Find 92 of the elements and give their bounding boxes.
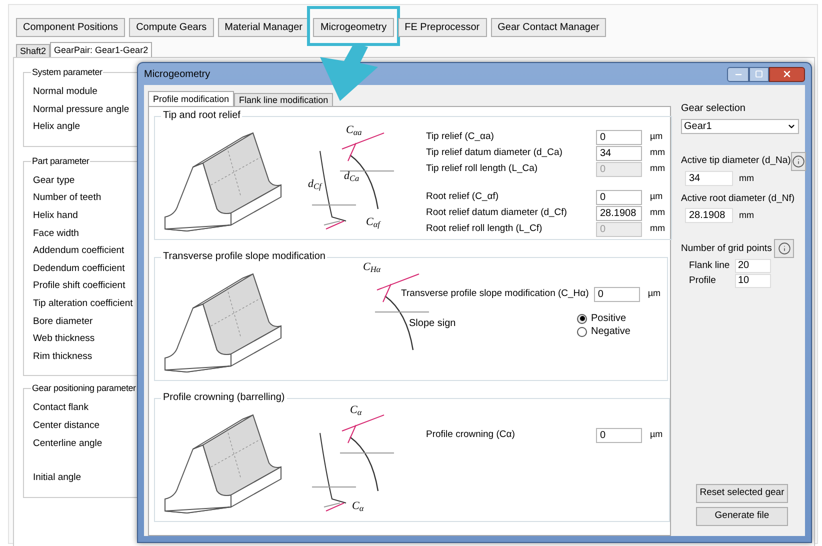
field-label: Number of grid points [681, 242, 772, 256]
info-button[interactable] [774, 239, 794, 258]
unit-label: mm [650, 222, 665, 236]
caret-icon [787, 122, 796, 131]
input-field[interactable]: 10 [735, 274, 771, 288]
tab[interactable]: Shaft2 [16, 44, 50, 57]
field-label: Profile [689, 274, 717, 288]
maximize-icon [755, 70, 763, 78]
tab-button[interactable]: Microgeometry [313, 18, 394, 37]
diagram-label: C$_{α}$ [350, 405, 362, 416]
group-title: System parameter [31, 68, 104, 77]
parameter-label: Web thickness [33, 332, 95, 346]
dialog-button[interactable]: Generate file [696, 507, 788, 526]
input-field[interactable]: 0 [596, 428, 642, 442]
field-label: Tip relief (C_αa) [426, 130, 495, 144]
parameter-label: Contact flank [33, 401, 88, 416]
unit-label: mm [650, 146, 665, 160]
input-field[interactable]: 20 [735, 258, 771, 273]
minimize-button[interactable] [727, 66, 749, 82]
group-title: Gear positioning parameter [31, 384, 137, 394]
radio-button[interactable] [577, 314, 587, 324]
input-field[interactable]: 0 [596, 130, 642, 144]
field-label: Active tip diameter (d_Na) [681, 154, 791, 168]
input-field[interactable]: 0 [596, 190, 642, 204]
tab-button[interactable]: Compute Gears [129, 18, 214, 37]
field-label: Root relief (C_αf) [426, 190, 500, 204]
field-label: Slope sign [408, 317, 457, 331]
diagram-label: C$_{Hα}$ [363, 262, 381, 273]
parameter-label: Gear type [33, 174, 75, 188]
input-field[interactable]: 28.1908 [596, 206, 642, 220]
parameter-label: Rim thickness [33, 350, 92, 364]
parameter-label: Profile shift coefficient [33, 279, 126, 294]
input-field[interactable]: 34 [685, 171, 733, 186]
field-label: Tip relief roll length (L_Ca) [426, 162, 539, 176]
tab[interactable]: Profile modification [148, 91, 234, 106]
group-title: Part parameter [31, 156, 90, 166]
radio-label: Negative [591, 325, 630, 339]
close-icon [782, 69, 792, 79]
tab-button[interactable]: Component Positions [16, 18, 126, 37]
input-field[interactable]: 34 [596, 146, 642, 160]
info-button[interactable] [790, 152, 806, 171]
unit-label: mm [739, 209, 754, 222]
window-title: Microgeometry [144, 68, 212, 82]
parameter-label: Helix angle [33, 120, 80, 134]
tab[interactable]: Flank line modification [234, 93, 334, 106]
parameter-label: Bore diameter [33, 314, 93, 329]
parameter-label: Dedendum coefficient [33, 262, 125, 276]
dialog-button[interactable]: Reset selected gear [696, 484, 788, 503]
parameter-label: Center distance [33, 418, 100, 433]
field-label: Gear selection [681, 102, 746, 116]
field-label: Root relief roll length (L_Cf) [426, 222, 544, 236]
unit-label: mm [650, 206, 665, 220]
unit-label: µm [650, 190, 663, 204]
group-title: Tip and root relief [162, 111, 242, 121]
group-title: Transverse profile slope modification [162, 252, 326, 262]
tab[interactable]: GearPair: Gear1-Gear2 [50, 42, 152, 57]
radio-label: Positive [591, 312, 626, 326]
tab-button[interactable]: Material Manager [218, 18, 310, 37]
parameter-label: Addendum coefficient [33, 244, 124, 258]
unit-label: mm [650, 162, 665, 176]
parameter-label: Centerline angle [33, 436, 102, 450]
parameter-label: Normal pressure angle [33, 102, 130, 117]
tab-button[interactable]: Gear Contact Manager [490, 18, 606, 37]
field-label: Transverse profile slope modification (C_Hα) [401, 286, 590, 301]
field-label: Tip relief datum diameter (d_Ca) [426, 146, 564, 160]
maximize-button[interactable] [749, 66, 769, 82]
diagram-label: C$_{αa}$ [346, 125, 362, 136]
diagram-label: d$_{Ca}$ [344, 171, 360, 182]
input-field[interactable]: 0 [594, 286, 640, 302]
diagram-label: C$_{α}$ [352, 501, 364, 512]
field-label: Profile crowning (Cα) [426, 428, 516, 442]
unit-label: mm [739, 172, 754, 185]
close-button[interactable] [769, 66, 805, 82]
input-field[interactable]: 28.1908 [685, 208, 733, 224]
group-title: Profile crowning (barrelling) [162, 393, 286, 403]
tab-button[interactable]: FE Preprocessor [398, 18, 487, 37]
gear-select[interactable]: Gear1 [681, 119, 799, 134]
field-label: Root relief datum diameter (d_Cf) [426, 206, 568, 220]
radio-button[interactable] [577, 326, 587, 336]
diagram-label: d$_{Cf}$ [308, 179, 322, 190]
parameter-label: Tip alteration coefficient [33, 296, 133, 311]
parameter-label: Number of teeth [33, 191, 102, 206]
parameter-label: Helix hand [33, 208, 78, 223]
unit-label: µm [650, 130, 663, 144]
field-label: Active root diameter (d_Nf) [681, 192, 796, 206]
field-label: Flank line [689, 258, 731, 273]
diagram-label: C$_{αf}$ [366, 217, 380, 228]
unit-label: µm [648, 287, 661, 300]
unit-label: µm [650, 428, 663, 442]
parameter-label: Face width [33, 226, 79, 241]
parameter-label: Initial angle [33, 471, 82, 486]
parameter-label: Normal module [33, 85, 98, 99]
